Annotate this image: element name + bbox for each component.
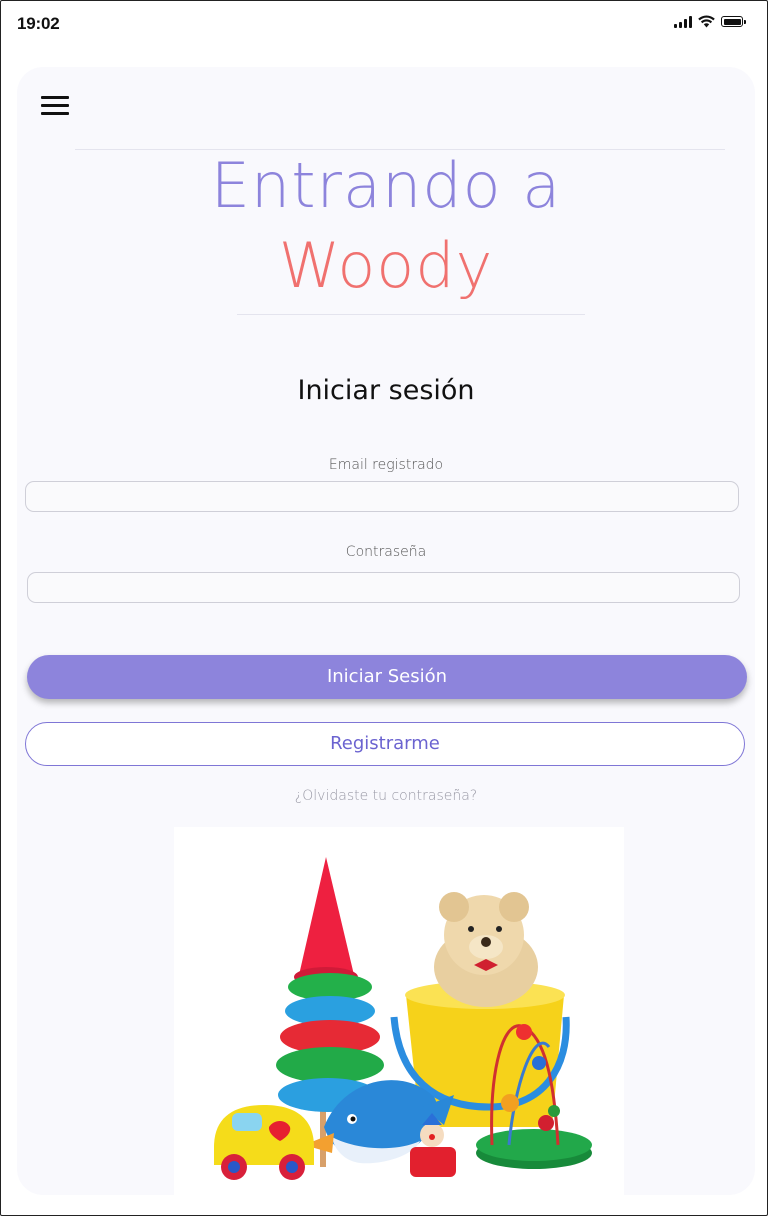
email-label: Email registrado <box>328 457 444 473</box>
email-field[interactable] <box>25 481 739 512</box>
hero-title-line1: Entrando a <box>210 149 562 222</box>
login-heading: Iniciar sesión <box>297 375 475 406</box>
divider-bottom <box>237 314 585 315</box>
status-time: 19:02 <box>17 14 60 33</box>
password-field[interactable] <box>27 572 740 603</box>
login-button[interactable]: Iniciar Sesión <box>27 655 747 699</box>
wifi-icon <box>698 15 715 28</box>
status-icons <box>674 15 746 28</box>
forgot-password-link[interactable]: ¿Olvidaste tu contraseña? <box>17 788 755 804</box>
battery-icon <box>721 16 746 27</box>
toys-image <box>174 827 624 1195</box>
hamburger-menu-icon[interactable] <box>41 95 69 115</box>
password-label: Contraseña <box>345 544 427 560</box>
hero-title-brand: Woody <box>278 229 494 302</box>
device-frame: 19:02 Entrando a Woody Iniciar sesión Em… <box>0 0 768 1216</box>
login-card: Entrando a Woody Iniciar sesión Email re… <box>17 67 755 1195</box>
register-button[interactable]: Registrarme <box>25 722 745 766</box>
cellular-signal-icon <box>674 15 692 28</box>
